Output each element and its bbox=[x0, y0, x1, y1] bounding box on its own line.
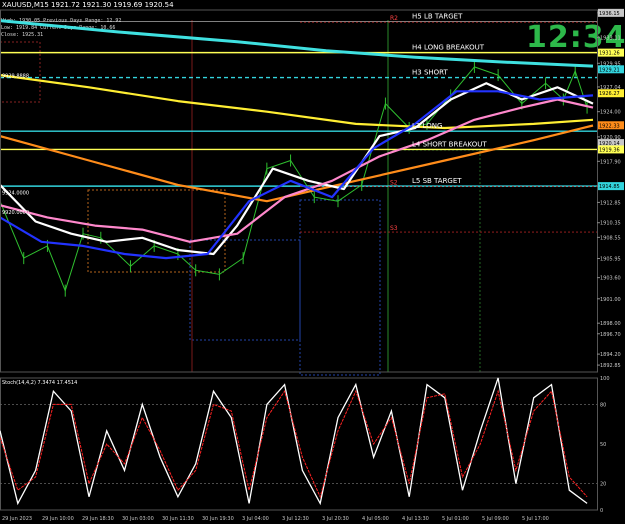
level-label: H5 LB TARGET bbox=[412, 12, 463, 20]
price-badge-label: 1931.26 bbox=[599, 51, 620, 57]
price-tick-label: 1908.55 bbox=[600, 235, 621, 241]
chart-window: XAUUSD,M15 1921.72 1921.30 1919.69 1920.… bbox=[0, 0, 625, 524]
moving-average-line bbox=[0, 98, 594, 243]
time-axis-label: 5 Jul 09:00 bbox=[482, 516, 509, 522]
price-tick-label: 1924.00 bbox=[600, 110, 621, 116]
stoch-title: Stoch(14,4,2) 7.3474 17.4514 bbox=[2, 380, 77, 386]
time-axis-label: 3 Jul 12:30 bbox=[282, 516, 309, 522]
time-axis-label: 30 Jun 03:00 bbox=[122, 516, 154, 522]
price-tick-label: 1898.00 bbox=[600, 321, 621, 327]
price-badge-label: 1936.15 bbox=[599, 11, 620, 17]
price-tick-label: 1894.20 bbox=[600, 352, 621, 358]
time-axis-label: 29 Jun 18:30 bbox=[82, 516, 114, 522]
price-badge-label: 1922.33 bbox=[599, 123, 620, 129]
price-badge-label: 1929.21 bbox=[599, 67, 620, 73]
stoch-tick-label: 100 bbox=[600, 376, 610, 382]
time-axis-label: 3 Jul 04:00 bbox=[242, 516, 269, 522]
price-tick-label: 1912.85 bbox=[600, 200, 621, 206]
price-tick-label: 1910.35 bbox=[600, 221, 621, 227]
time-axis-label: 29 Jun 2023 bbox=[2, 516, 32, 522]
pivot-label: R2 bbox=[390, 15, 398, 22]
pivot-zone-box bbox=[0, 41, 41, 103]
price-tick-label: 1917.90 bbox=[600, 159, 621, 165]
time-axis-label: 4 Jul 13:30 bbox=[402, 516, 429, 522]
time-axis-label: 30 Jun 11:30 bbox=[162, 516, 194, 522]
price-tick-label: 1896.70 bbox=[600, 332, 621, 338]
time-axis-label: 29 Jun 10:00 bbox=[42, 516, 74, 522]
price-line bbox=[0, 66, 588, 292]
pivot-zone-box bbox=[87, 189, 226, 273]
pivot-label: S2 bbox=[390, 180, 398, 187]
price-badge-label: 1919.36 bbox=[599, 147, 620, 153]
pivot-label: S3 bbox=[390, 225, 398, 232]
moving-average-line bbox=[0, 82, 594, 256]
stoch-tick-label: 50 bbox=[600, 442, 606, 448]
time-axis-label: 4 Jul 05:00 bbox=[362, 516, 389, 522]
time-axis-label: 3 Jul 20:30 bbox=[322, 516, 349, 522]
level-label: H4 LONG BREAKOUT bbox=[412, 44, 485, 52]
price-badge-label: 1914.85 bbox=[599, 184, 620, 190]
price-badge-label: 1926.27 bbox=[599, 91, 620, 97]
stoch-tick-label: 80 bbox=[600, 402, 606, 408]
pivot-zone-box bbox=[299, 199, 381, 376]
price-tick-label: 1892.85 bbox=[600, 363, 621, 369]
level-label: L5 SB TARGET bbox=[412, 177, 462, 185]
price-tick-label: 1905.95 bbox=[600, 257, 621, 263]
moving-average-line bbox=[0, 19, 594, 68]
stoch-line bbox=[0, 389, 588, 499]
price-tick-label: 1903.60 bbox=[600, 276, 621, 282]
left-level-label: 9920.0000 bbox=[2, 210, 29, 216]
time-axis-label: 5 Jul 01:00 bbox=[442, 516, 469, 522]
time-axis-label: 30 Jun 19:30 bbox=[202, 516, 234, 522]
left-level-label: 9929.8888 bbox=[2, 74, 29, 80]
left-level-label: 9924.0000 bbox=[2, 191, 29, 197]
time-axis-label: 5 Jul 17:00 bbox=[522, 516, 549, 522]
level-label: H3 SHORT bbox=[412, 69, 449, 77]
stoch-tick-label: 20 bbox=[600, 482, 606, 488]
price-tick-label: 1901.00 bbox=[600, 297, 621, 303]
level-label: L3 LONG bbox=[412, 122, 442, 130]
price-tick-label: 1933.11 bbox=[600, 36, 621, 42]
price-chart[interactable]: H5 LB TARGET H4 LONG BREAKOUT H3 SHORT L3 L… bbox=[0, 0, 625, 524]
level-label: L4 SHORT BREAKOUT bbox=[412, 140, 487, 148]
stoch-tick-label: 0 bbox=[600, 508, 603, 514]
